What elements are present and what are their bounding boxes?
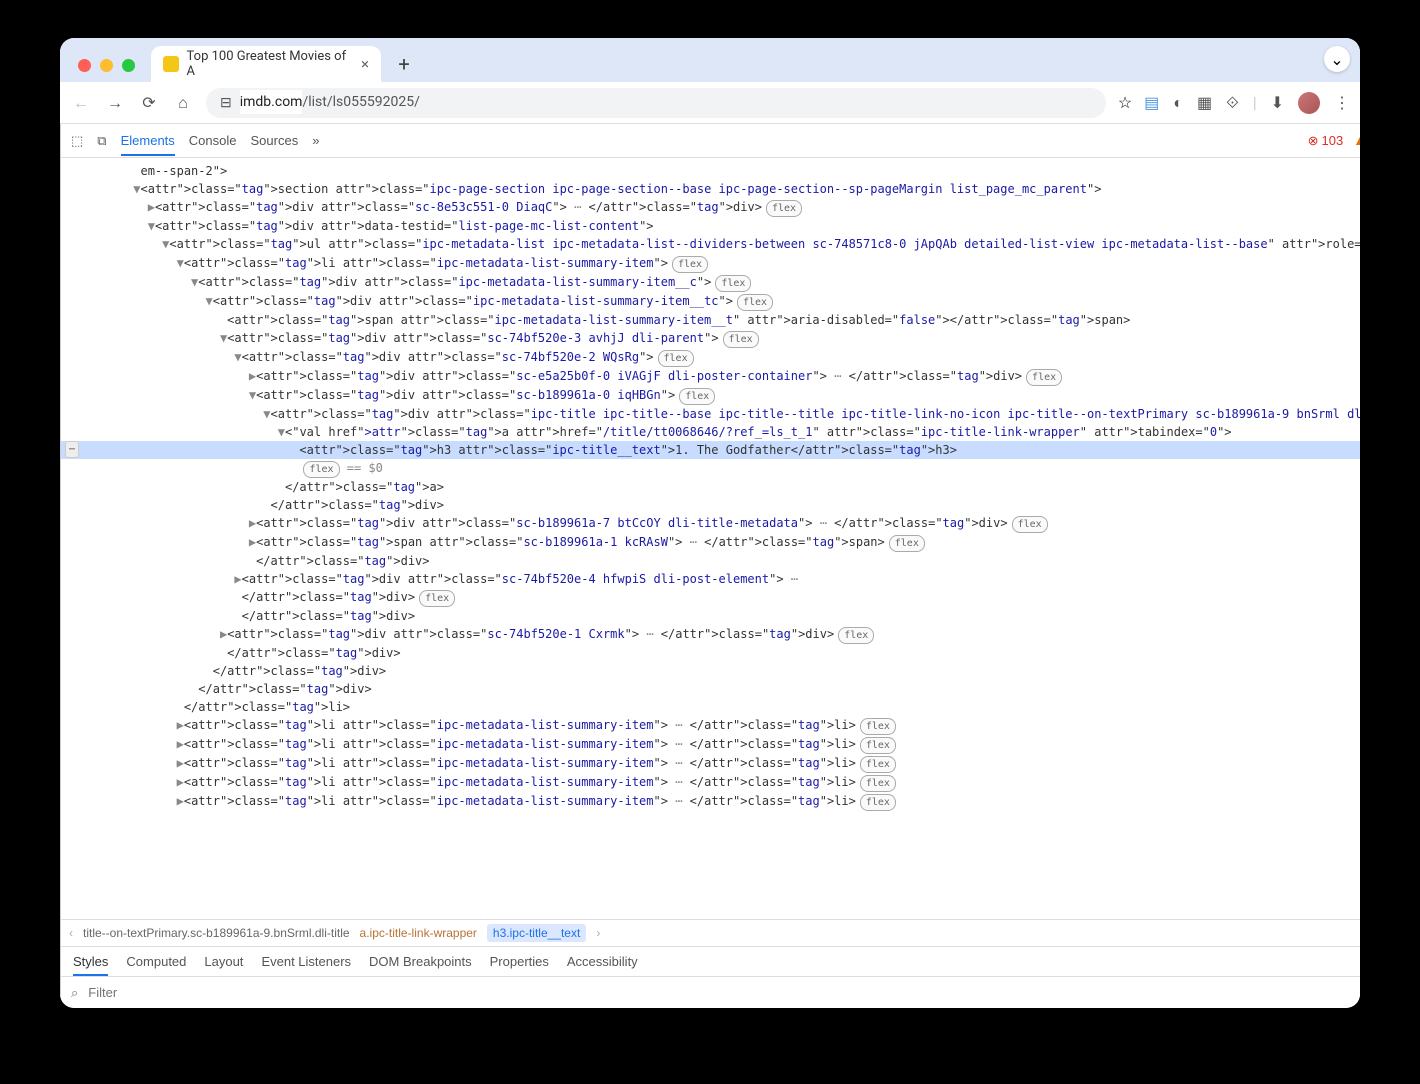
- download-icon[interactable]: ⬇: [1271, 93, 1284, 112]
- tab-dom-breakpoints[interactable]: DOM Breakpoints: [369, 954, 472, 969]
- tab-layout[interactable]: Layout: [204, 954, 243, 969]
- warning-count[interactable]: ▲ 1795: [1353, 133, 1360, 148]
- minimize-window[interactable]: [100, 59, 113, 72]
- close-tab-icon[interactable]: ×: [361, 55, 369, 73]
- tab-elements[interactable]: Elements: [121, 133, 175, 156]
- tab-accessibility[interactable]: Accessibility: [567, 954, 638, 969]
- filter-icon: ⌕: [71, 985, 78, 1001]
- inspect-element-icon[interactable]: ⬚: [71, 133, 83, 149]
- ext-icon[interactable]: ▦: [1197, 93, 1212, 112]
- breadcrumb[interactable]: ‹ title--on-textPrimary.sc-b189961a-9.bn…: [61, 919, 1360, 946]
- device-toggle-icon[interactable]: ⧉: [97, 133, 106, 149]
- tab-bar: Top 100 Greatest Movies of A × + ⌄: [60, 38, 1360, 82]
- error-count[interactable]: ⊗ 103: [1308, 133, 1344, 149]
- styles-filter-row: ⌕ :hov .cls + ▤ ▣: [61, 976, 1360, 1008]
- styles-tabs: Styles Computed Layout Event Listeners D…: [61, 946, 1360, 976]
- back-button[interactable]: ←: [70, 93, 92, 113]
- dom-tree[interactable]: em--span-2"> ▼<attr">class="tag">section…: [61, 158, 1360, 919]
- forward-button[interactable]: →: [104, 93, 126, 113]
- tab-title: Top 100 Greatest Movies of A: [187, 49, 353, 79]
- address-bar: ← → ⟳ ⌂ ⊟ imdb.com/list/ls055592025/ ☆ ▤…: [60, 82, 1360, 124]
- close-window[interactable]: [78, 59, 91, 72]
- ext-icon[interactable]: ◐: [1173, 93, 1183, 113]
- url-field[interactable]: ⊟ imdb.com/list/ls055592025/: [206, 88, 1106, 118]
- window-controls: [72, 59, 143, 82]
- tabs-dropdown[interactable]: ⌄: [1324, 46, 1350, 72]
- tab-event-listeners[interactable]: Event Listeners: [261, 954, 351, 969]
- favicon: [163, 56, 179, 72]
- browser-tab[interactable]: Top 100 Greatest Movies of A ×: [151, 46, 381, 82]
- devtools-tabs: ⬚ ⧉ Elements Console Sources » ⊗ 103 ▲ 1…: [61, 124, 1360, 158]
- new-tab-button[interactable]: +: [389, 49, 419, 79]
- maximize-window[interactable]: [122, 59, 135, 72]
- styles-filter-input[interactable]: [88, 985, 1360, 1000]
- reload-button[interactable]: ⟳: [138, 93, 160, 112]
- profile-avatar[interactable]: [1298, 92, 1320, 114]
- extensions-icon[interactable]: ⟐: [1226, 93, 1239, 113]
- tab-computed[interactable]: Computed: [126, 954, 186, 969]
- ext-icon[interactable]: ▤: [1144, 93, 1159, 112]
- tab-console[interactable]: Console: [189, 133, 237, 148]
- tab-properties[interactable]: Properties: [490, 954, 549, 969]
- site-info-icon[interactable]: ⊟: [220, 95, 232, 111]
- home-button[interactable]: ⌂: [172, 93, 194, 113]
- extension-icons: ▤ ◐ ▦ ⟐ | ⬇ ⋮: [1144, 92, 1350, 114]
- tab-styles[interactable]: Styles: [73, 954, 108, 976]
- menu-icon[interactable]: ⋮: [1334, 93, 1350, 112]
- browser-window: Top 100 Greatest Movies of A × + ⌄ ← → ⟳…: [60, 38, 1360, 1008]
- more-tabs-icon[interactable]: »: [312, 133, 319, 148]
- tab-sources[interactable]: Sources: [251, 133, 299, 148]
- devtools-panel: ⬚ ⧉ Elements Console Sources » ⊗ 103 ▲ 1…: [60, 124, 1360, 1008]
- content-area: Thanks guys and don't forget to LIKE & c…: [60, 124, 1360, 1008]
- bookmark-icon[interactable]: ☆: [1118, 93, 1132, 112]
